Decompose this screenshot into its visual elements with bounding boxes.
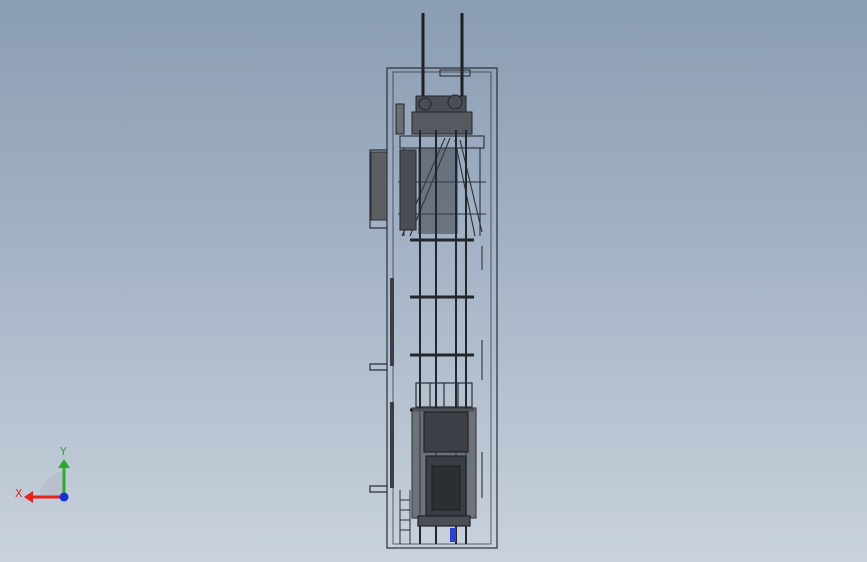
triad-y-label: Y xyxy=(59,445,67,458)
pit-buffer xyxy=(450,528,456,542)
upper-counterweight xyxy=(418,148,458,234)
pit-ladder xyxy=(399,490,411,544)
graphics-viewport[interactable]: Y X xyxy=(0,0,867,562)
triad-x-label: X xyxy=(15,487,23,500)
landing-door-panel xyxy=(370,151,388,221)
orientation-triad: Y X xyxy=(15,445,70,503)
top-guide-rods xyxy=(421,13,464,100)
car-top-guardrail xyxy=(415,382,473,408)
elevator-car xyxy=(411,407,477,527)
left-wall-strips xyxy=(390,278,394,488)
elevator-model-drawing[interactable]: Y X xyxy=(0,0,867,562)
